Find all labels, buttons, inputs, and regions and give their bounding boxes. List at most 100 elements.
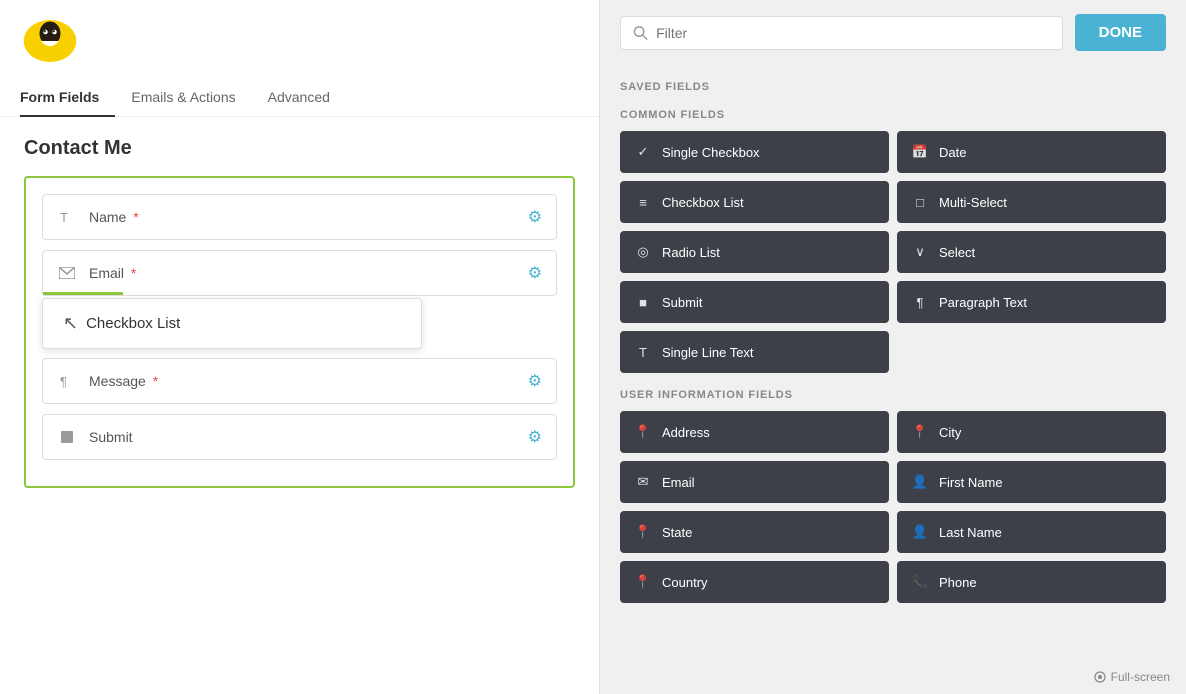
text-icon: T [57, 207, 77, 227]
checkbox-list-label: Checkbox List [662, 195, 744, 210]
phone-btn[interactable]: 📞 Phone [897, 561, 1166, 603]
user-info-fields-grid: 📍 Address 📍 City ✉ Email 👤 First Name 📍 … [620, 411, 1166, 603]
date-icon: 📅 [911, 143, 929, 161]
multi-select-btn[interactable]: □ Multi-Select [897, 181, 1166, 223]
address-icon: 📍 [634, 423, 652, 441]
radio-list-label: Radio List [662, 245, 720, 260]
multi-select-icon: □ [911, 193, 929, 211]
gear-icon-submit[interactable]: ⚙ [528, 427, 542, 447]
country-icon: 📍 [634, 573, 652, 591]
date-btn[interactable]: 📅 Date [897, 131, 1166, 173]
submit-btn-icon: ■ [634, 293, 652, 311]
checkbox-list-btn[interactable]: ≡ Checkbox List [620, 181, 889, 223]
email-progress [43, 292, 123, 295]
city-icon: 📍 [911, 423, 929, 441]
single-checkbox-label: Single Checkbox [662, 145, 760, 160]
address-label: Address [662, 425, 710, 440]
single-line-text-label: Single Line Text [662, 345, 754, 360]
state-label: State [662, 525, 692, 540]
gear-icon-message[interactable]: ⚙ [528, 371, 542, 391]
email-user-label: Email [662, 475, 695, 490]
first-name-btn[interactable]: 👤 First Name [897, 461, 1166, 503]
checkbox-list-tooltip: ↖ Checkbox List [42, 298, 422, 349]
submit-icon [57, 427, 77, 447]
form-title: Contact Me [24, 137, 575, 160]
submit-label: Submit [89, 429, 528, 445]
city-label: City [939, 425, 961, 440]
message-label: Message * [89, 373, 528, 389]
saved-fields-label: SAVED FIELDS [620, 81, 1166, 93]
last-name-label: Last Name [939, 525, 1002, 540]
common-fields-label: COMMON FIELDS [620, 109, 1166, 121]
required-star: * [133, 209, 138, 225]
name-field[interactable]: T Name * ⚙ [42, 194, 557, 240]
radio-list-btn[interactable]: ◎ Radio List [620, 231, 889, 273]
user-info-fields-label: USER INFORMATION FIELDS [620, 389, 1166, 401]
first-name-label: First Name [939, 475, 1003, 490]
single-checkbox-btn[interactable]: ✓ Single Checkbox [620, 131, 889, 173]
list-icon: ≡ [634, 193, 652, 211]
city-btn[interactable]: 📍 City [897, 411, 1166, 453]
radio-icon: ◎ [634, 243, 652, 261]
gear-icon[interactable]: ⚙ [528, 207, 542, 227]
gear-icon-email[interactable]: ⚙ [528, 263, 542, 283]
select-icon: ∨ [911, 243, 929, 261]
right-header: DONE [600, 0, 1186, 65]
address-btn[interactable]: 📍 Address [620, 411, 889, 453]
paragraph-text-btn[interactable]: ¶ Paragraph Text [897, 281, 1166, 323]
required-star-message: * [153, 373, 158, 389]
tab-emails-actions[interactable]: Emails & Actions [115, 79, 251, 117]
last-name-btn[interactable]: 👤 Last Name [897, 511, 1166, 553]
submit-btn-label: Submit [662, 295, 702, 310]
checkbox-icon: ✓ [634, 143, 652, 161]
email-user-icon: ✉ [634, 473, 652, 491]
state-btn[interactable]: 📍 State [620, 511, 889, 553]
message-field[interactable]: ¶ Message * ⚙ [42, 358, 557, 404]
name-label: Name * [89, 209, 528, 225]
content-area: Contact Me T Name * ⚙ Email * ⚙ [0, 117, 599, 694]
tooltip-text: Checkbox List [86, 315, 180, 332]
email-field[interactable]: Email * ⚙ [42, 250, 557, 296]
paragraph-text-label: Paragraph Text [939, 295, 1027, 310]
email-icon [57, 263, 77, 283]
cursor-symbol: ↖ [63, 313, 78, 334]
last-name-icon: 👤 [911, 523, 929, 541]
left-panel: Form Fields Emails & Actions Advanced Co… [0, 0, 600, 694]
date-label: Date [939, 145, 966, 160]
right-content: SAVED FIELDS COMMON FIELDS ✓ Single Chec… [600, 65, 1186, 664]
single-line-icon: T [634, 343, 652, 361]
tabs: Form Fields Emails & Actions Advanced [20, 79, 579, 116]
state-icon: 📍 [634, 523, 652, 541]
filter-search[interactable] [620, 16, 1063, 50]
email-field-wrapper: Email * ⚙ ↖ Checkbox List [42, 250, 557, 296]
required-star-email: * [131, 265, 136, 281]
submit-field[interactable]: Submit ⚙ [42, 414, 557, 460]
paragraph-btn-icon: ¶ [911, 293, 929, 311]
paragraph-icon: ¶ [57, 371, 77, 391]
form-container: T Name * ⚙ Email * ⚙ ↖ Checkbox List [24, 176, 575, 488]
header: Form Fields Emails & Actions Advanced [0, 0, 599, 117]
country-btn[interactable]: 📍 Country [620, 561, 889, 603]
tab-advanced[interactable]: Advanced [252, 79, 346, 117]
done-button[interactable]: DONE [1075, 14, 1166, 51]
tab-form-fields[interactable]: Form Fields [20, 79, 115, 117]
filter-input[interactable] [656, 25, 1050, 41]
fullscreen-icon [1094, 671, 1106, 683]
first-name-icon: 👤 [911, 473, 929, 491]
submit-btn[interactable]: ■ Submit [620, 281, 889, 323]
country-label: Country [662, 575, 708, 590]
fullscreen-text: Full-screen [1111, 670, 1170, 684]
svg-text:¶: ¶ [60, 374, 67, 388]
fullscreen-bar: Full-screen [600, 664, 1186, 694]
email-label: Email * [89, 265, 528, 281]
logo [20, 16, 80, 66]
phone-icon: 📞 [911, 573, 929, 591]
select-label: Select [939, 245, 975, 260]
select-btn[interactable]: ∨ Select [897, 231, 1166, 273]
fullscreen-link[interactable]: Full-screen [1094, 670, 1170, 684]
single-line-text-btn[interactable]: T Single Line Text [620, 331, 889, 373]
phone-label: Phone [939, 575, 977, 590]
svg-text:T: T [60, 210, 68, 224]
common-fields-grid: ✓ Single Checkbox 📅 Date ≡ Checkbox List… [620, 131, 1166, 373]
email-user-btn[interactable]: ✉ Email [620, 461, 889, 503]
